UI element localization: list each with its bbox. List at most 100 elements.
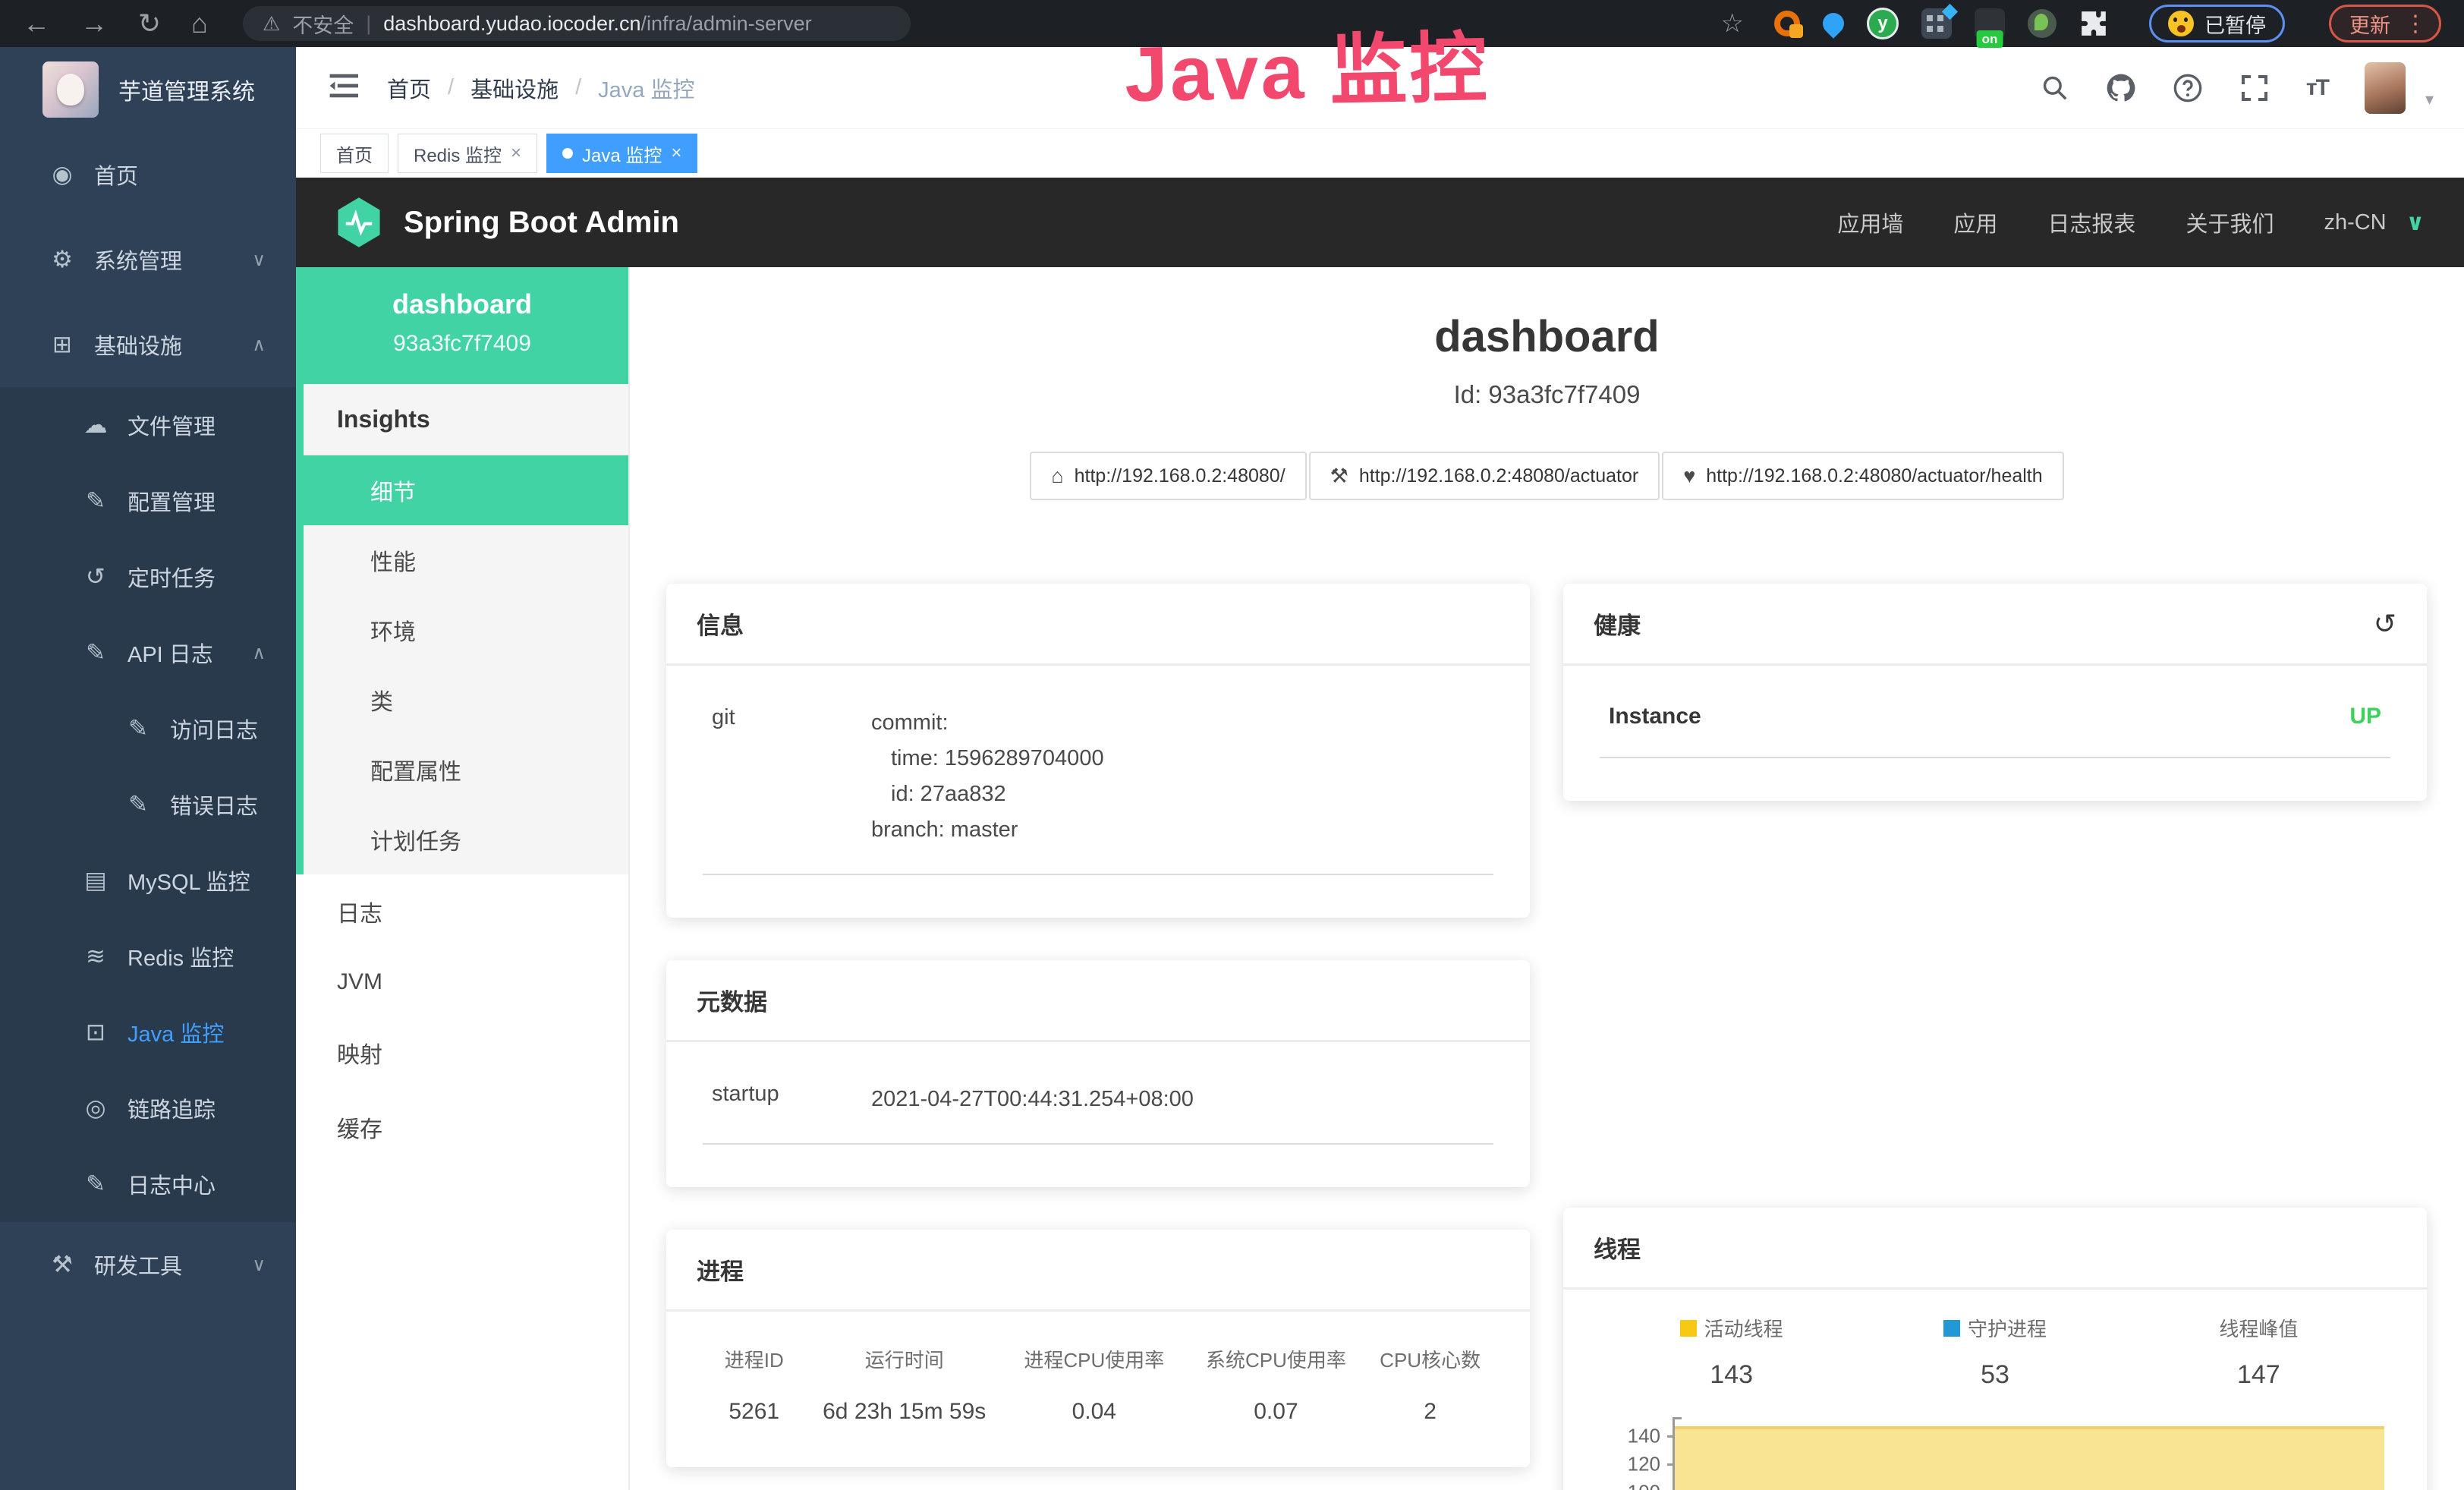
tools-icon: ⚒ bbox=[44, 1251, 80, 1278]
process-card-title: 进程 bbox=[666, 1230, 1530, 1312]
info-value: commit: time: 1596289704000 id: 27aa832 … bbox=[871, 705, 1104, 848]
url-text[interactable]: dashboard.yudao.iocoder.cn/infra/admin-s… bbox=[383, 12, 811, 36]
sba-nav-wallboard[interactable]: 应用墙 bbox=[1837, 206, 1903, 238]
sidebar-item-scheduled-jobs[interactable]: ↺ 定时任务 bbox=[0, 539, 296, 615]
close-icon[interactable]: × bbox=[671, 143, 681, 164]
sba-item-environment[interactable]: 环境 bbox=[304, 595, 628, 665]
tab-redis-monitor[interactable]: Redis 监控 × bbox=[398, 134, 537, 173]
chevron-down-icon: ∨ bbox=[252, 1254, 266, 1276]
sidebar-item-label: 错误日志 bbox=[170, 789, 258, 821]
chevron-down-icon[interactable]: ▾ bbox=[2425, 90, 2434, 109]
app-logo bbox=[42, 61, 99, 118]
insights-group-title[interactable]: Insights bbox=[304, 384, 628, 455]
extension-icon[interactable] bbox=[2028, 9, 2056, 38]
sba-item-logs[interactable]: 日志 bbox=[296, 874, 628, 949]
url-path: /infra/admin-server bbox=[641, 12, 812, 35]
sidebar-item-label: 日志中心 bbox=[127, 1168, 216, 1200]
back-icon[interactable]: ← bbox=[23, 10, 50, 37]
github-icon[interactable] bbox=[2106, 73, 2136, 103]
tab-java-monitor[interactable]: Java 监控 × bbox=[546, 134, 697, 173]
sba-nav-journal[interactable]: 日志报表 bbox=[2047, 206, 2135, 238]
sba-item-mappings[interactable]: 映射 bbox=[296, 1016, 628, 1090]
sidebar-item-log-center[interactable]: ✎ 日志中心 bbox=[0, 1146, 296, 1222]
extension-icon[interactable] bbox=[1867, 8, 1899, 39]
fullscreen-icon[interactable] bbox=[2239, 73, 2270, 103]
kebab-menu-icon[interactable]: ⋮ bbox=[2404, 11, 2427, 37]
sba-item-scheduled-tasks[interactable]: 计划任务 bbox=[304, 805, 628, 874]
sba-item-jvm[interactable]: JVM bbox=[296, 949, 628, 1016]
search-icon[interactable] bbox=[2041, 74, 2069, 102]
app-logo-row[interactable]: 芋道管理系统 bbox=[0, 47, 296, 132]
chevron-down-icon[interactable]: ∨ bbox=[2406, 209, 2425, 236]
help-icon[interactable] bbox=[2173, 73, 2203, 103]
breadcrumb-infrastructure[interactable]: 基础设施 bbox=[470, 72, 559, 104]
security-chip[interactable]: 不安全 bbox=[292, 9, 354, 39]
update-button[interactable]: 更新 ⋮ bbox=[2329, 5, 2441, 43]
sidebar-item-label: Redis 监控 bbox=[127, 940, 234, 972]
legend-daemon-threads: 守护进程 bbox=[1863, 1314, 2126, 1342]
sidebar-item-error-log[interactable]: ✎ 错误日志 bbox=[0, 767, 296, 843]
instance-header[interactable]: dashboard 93a3fc7f7409 bbox=[296, 267, 628, 384]
sba-sidebar: dashboard 93a3fc7f7409 Insights 细节 性能 环境… bbox=[296, 267, 630, 1490]
instance-id: 93a3fc7f7409 bbox=[304, 331, 621, 357]
metadata-value: 2021-04-27T00:44:31.254+08:00 bbox=[871, 1082, 1194, 1117]
cloud-upload-icon: ☁ bbox=[77, 411, 114, 439]
sidebar-item-config-manage[interactable]: ✎ 配置管理 bbox=[0, 463, 296, 539]
sba-item-metrics[interactable]: 性能 bbox=[304, 525, 628, 595]
sidebar-item-api-log[interactable]: ✎ API 日志 ∧ bbox=[0, 615, 296, 691]
sba-item-caches[interactable]: 缓存 bbox=[296, 1090, 628, 1164]
health-url-button[interactable]: ♥ http://192.168.0.2:48080/actuator/heal… bbox=[1662, 452, 2063, 500]
sidebar-item-redis-monitor[interactable]: ≋ Redis 监控 bbox=[0, 918, 296, 994]
sidebar-item-label: 基础设施 bbox=[94, 329, 182, 361]
sba-locale-select[interactable]: zh-CN bbox=[2324, 210, 2386, 235]
sidebar-item-mysql-monitor[interactable]: ▤ MySQL 监控 bbox=[0, 843, 296, 918]
paused-chip[interactable]: 已暂停 bbox=[2149, 5, 2285, 43]
forward-icon[interactable]: → bbox=[80, 10, 108, 37]
sidebar-item-home[interactable]: ◉ 首页 bbox=[0, 132, 296, 217]
health-instance-row[interactable]: Instance UP bbox=[1600, 699, 2390, 758]
sba-item-config-props[interactable]: 配置属性 bbox=[304, 735, 628, 805]
sba-item-classes[interactable]: 类 bbox=[304, 665, 628, 735]
bookmark-star-icon[interactable]: ☆ bbox=[1721, 8, 1744, 39]
history-icon[interactable]: ↺ bbox=[2374, 608, 2396, 640]
extension-icon[interactable] bbox=[1774, 11, 1800, 36]
metadata-card-body: startup 2021-04-27T00:44:31.254+08:00 bbox=[666, 1042, 1530, 1187]
table-icon: ▤ bbox=[77, 867, 114, 894]
sidebar-item-file-manage[interactable]: ☁ 文件管理 bbox=[0, 387, 296, 463]
service-url-button[interactable]: ⌂ http://192.168.0.2:48080/ bbox=[1030, 452, 1306, 500]
heartbeat-icon: ♥ bbox=[1683, 465, 1695, 488]
close-icon[interactable]: × bbox=[511, 143, 521, 164]
text-size-icon[interactable]: тT bbox=[2306, 75, 2328, 101]
extension-icon[interactable] bbox=[1921, 8, 1952, 39]
sidebar-item-java-monitor[interactable]: ⊡ Java 监控 bbox=[0, 994, 296, 1070]
sidebar-item-infrastructure[interactable]: ⊞ 基础设施 ∧ bbox=[0, 302, 296, 387]
tab-home[interactable]: 首页 bbox=[320, 134, 389, 173]
pin-extension-icon[interactable] bbox=[1818, 8, 1849, 39]
info-git-row: git commit: time: 1596289704000 id: 27aa… bbox=[703, 699, 1493, 875]
sidebar-item-devtools[interactable]: ⚒ 研发工具 ∨ bbox=[0, 1222, 296, 1307]
puzzle-icon[interactable] bbox=[2079, 9, 2108, 38]
sba-nav-applications[interactable]: 应用 bbox=[1953, 206, 1997, 238]
collapse-sidebar-icon[interactable] bbox=[329, 73, 361, 102]
breadcrumb-separator: / bbox=[575, 75, 581, 100]
threads-card-title: 线程 bbox=[1563, 1208, 2427, 1290]
health-card-body: Instance UP bbox=[1563, 666, 2427, 801]
user-avatar[interactable] bbox=[2365, 62, 2406, 114]
git-branch-line: branch: master bbox=[871, 812, 1104, 848]
home-icon[interactable]: ⌂ bbox=[191, 10, 208, 37]
sba-item-details[interactable]: 细节 bbox=[296, 455, 628, 525]
sidebar-item-system[interactable]: ⚙ 系统管理 ∨ bbox=[0, 217, 296, 302]
extension-icon[interactable]: on bbox=[1975, 8, 2005, 39]
sidebar-item-trace[interactable]: ◎ 链路追踪 bbox=[0, 1070, 296, 1146]
breadcrumb-separator: / bbox=[448, 75, 454, 100]
address-bar[interactable]: ⚠ 不安全 | dashboard.yudao.iocoder.cn/infra… bbox=[243, 6, 911, 41]
col-system-cpu: 系统CPU使用率 bbox=[1185, 1345, 1367, 1373]
monitor-icon: ⊞ bbox=[44, 331, 80, 358]
y-tick-label: 120 bbox=[1628, 1453, 1660, 1476]
sba-nav-about[interactable]: 关于我们 bbox=[2186, 206, 2274, 238]
actuator-url-button[interactable]: ⚒ http://192.168.0.2:48080/actuator bbox=[1309, 452, 1660, 500]
sidebar-item-access-log[interactable]: ✎ 访问日志 bbox=[0, 691, 296, 767]
breadcrumb-home[interactable]: 首页 bbox=[387, 72, 431, 104]
legend-peak-threads: 线程峰值 bbox=[2127, 1314, 2390, 1342]
reload-icon[interactable]: ↻ bbox=[138, 10, 161, 37]
